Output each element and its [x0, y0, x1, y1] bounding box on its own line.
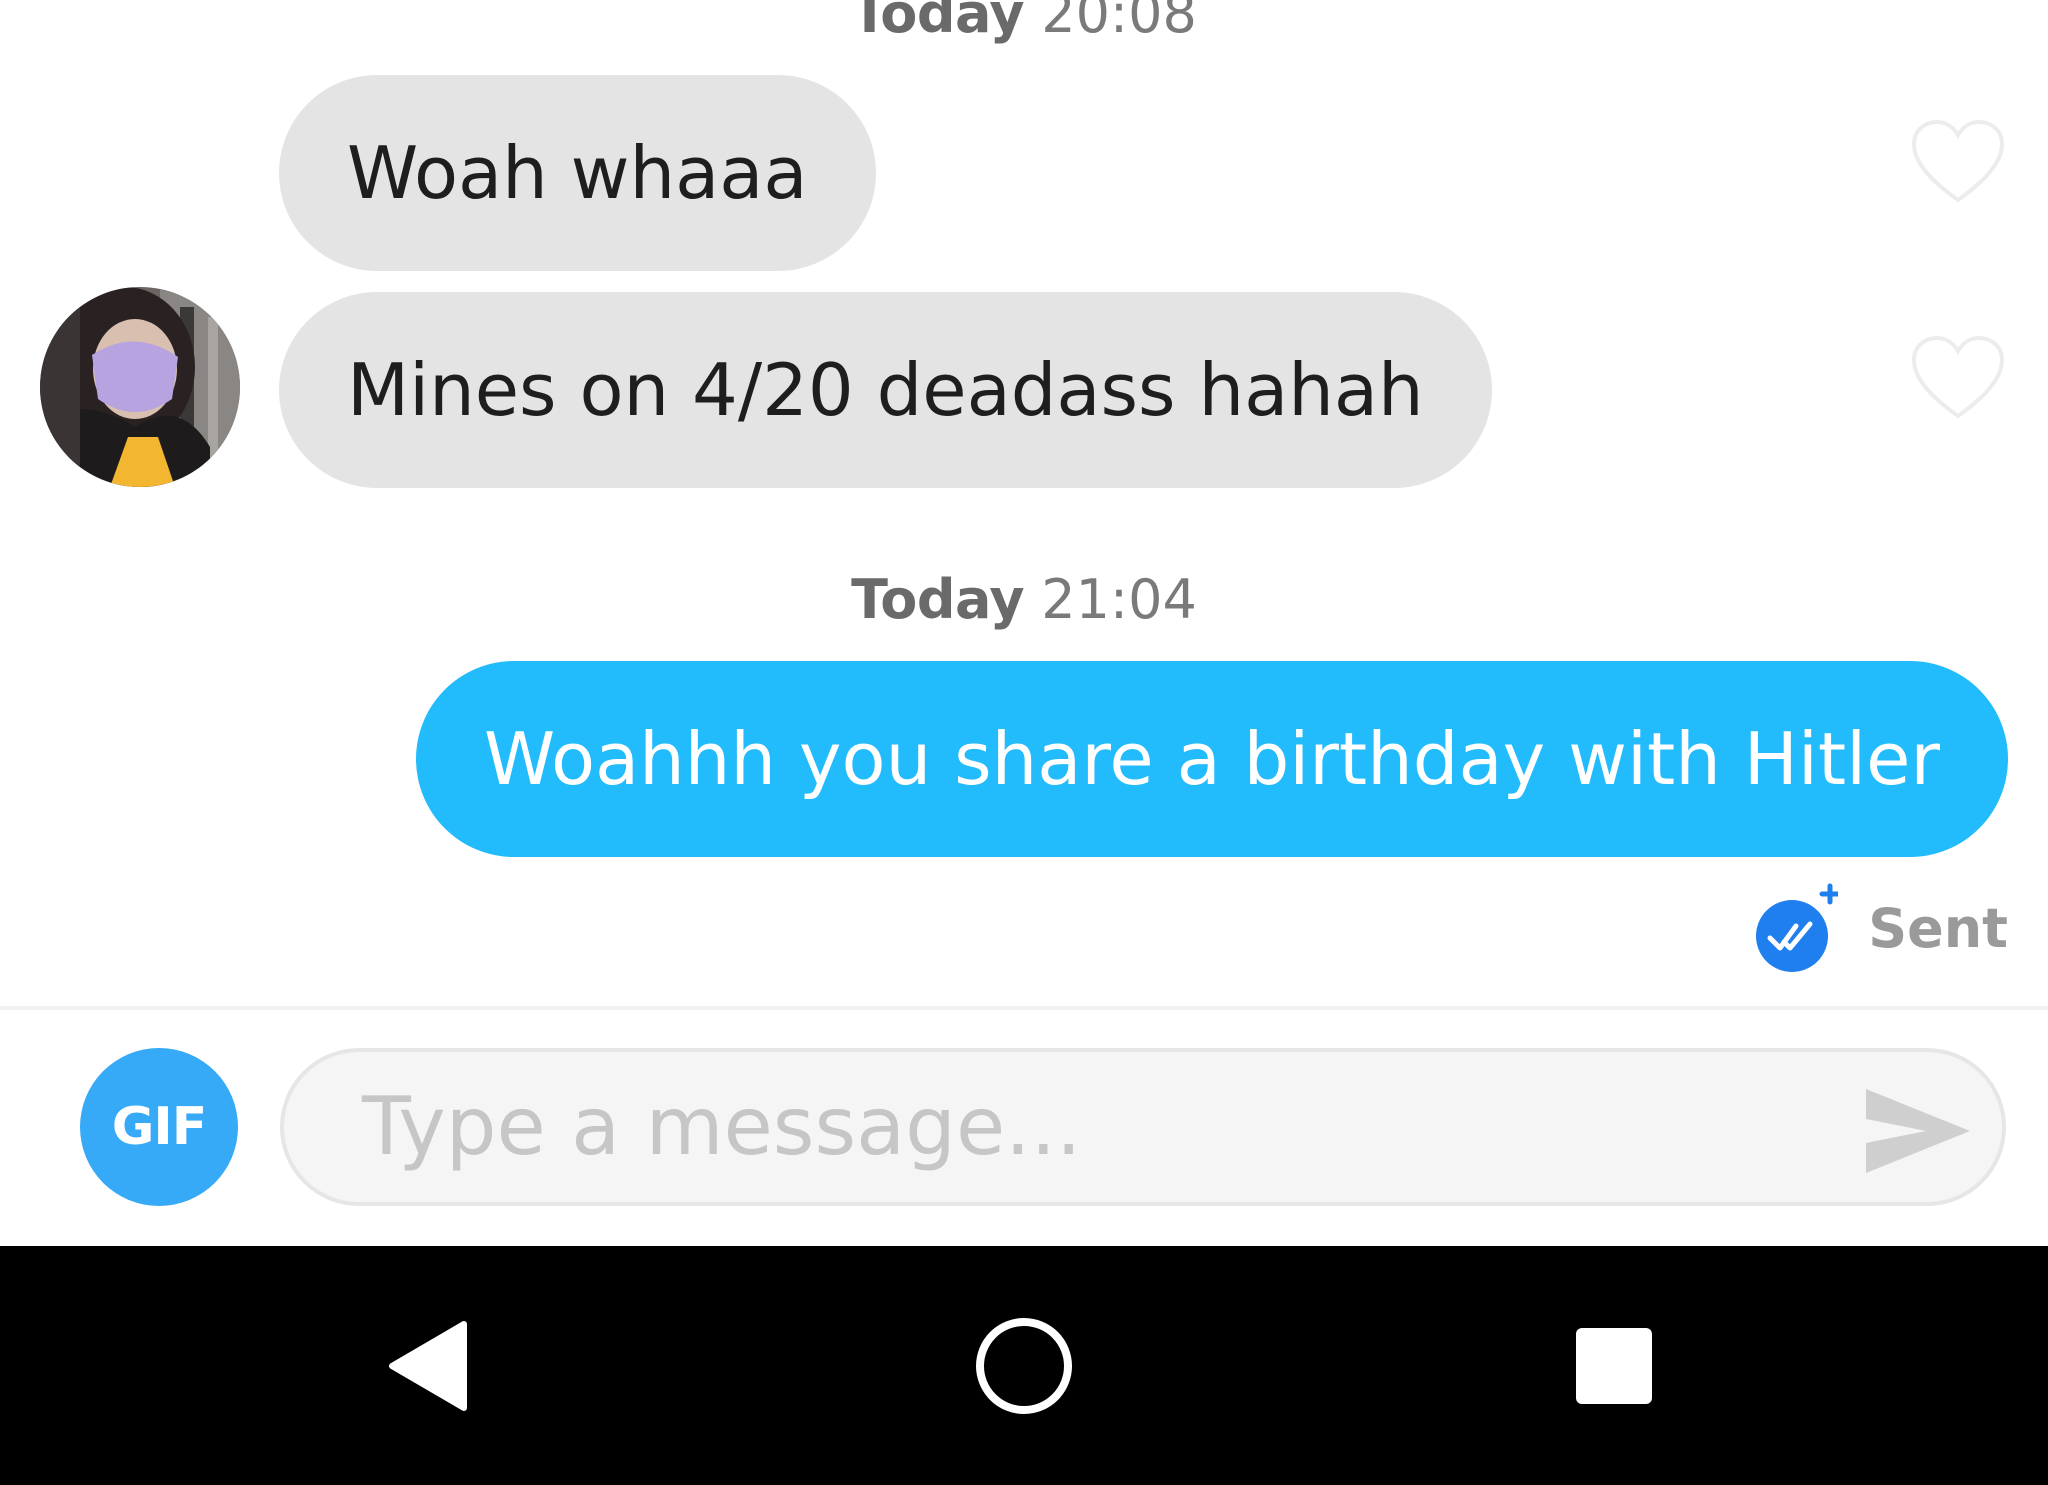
send-icon[interactable] [1862, 1085, 1974, 1177]
timestamp-time: 20:08 [1041, 0, 1197, 45]
like-heart-icon[interactable] [1910, 118, 2006, 206]
back-icon[interactable] [372, 1310, 484, 1422]
timestamp-header: Today 20:08 [0, 0, 2048, 45]
timestamp-day: Today [851, 568, 1025, 631]
message-bubble-incoming[interactable]: Mines on 4/20 deadass hahah [279, 292, 1492, 488]
chat-area[interactable]: Today 20:08 Woah whaaa Mines on 4/20 dea… [0, 0, 2048, 1006]
double-check-icon [1756, 883, 1839, 972]
home-icon[interactable] [968, 1310, 1080, 1422]
recents-icon[interactable] [1558, 1310, 1670, 1422]
sent-status-label: Sent [1868, 896, 2008, 960]
message-composer: GIF Type a message... [0, 1010, 2048, 1246]
timestamp-header: Today 21:04 [0, 568, 2048, 631]
avatar[interactable] [40, 287, 240, 487]
timestamp-time: 21:04 [1041, 568, 1197, 631]
message-input[interactable]: Type a message... [280, 1048, 2006, 1206]
message-bubble-incoming[interactable]: Woah whaaa [279, 75, 876, 271]
message-input-placeholder: Type a message... [362, 1080, 1082, 1173]
gif-button[interactable]: GIF [80, 1048, 238, 1206]
message-bubble-outgoing[interactable]: Woahhh you share a birthday with Hitler [416, 661, 2008, 857]
system-navigation-bar [0, 1246, 2048, 1485]
timestamp-day: Today [851, 0, 1025, 45]
like-heart-icon[interactable] [1910, 334, 2006, 422]
delivery-status: Sent [1756, 880, 2008, 976]
